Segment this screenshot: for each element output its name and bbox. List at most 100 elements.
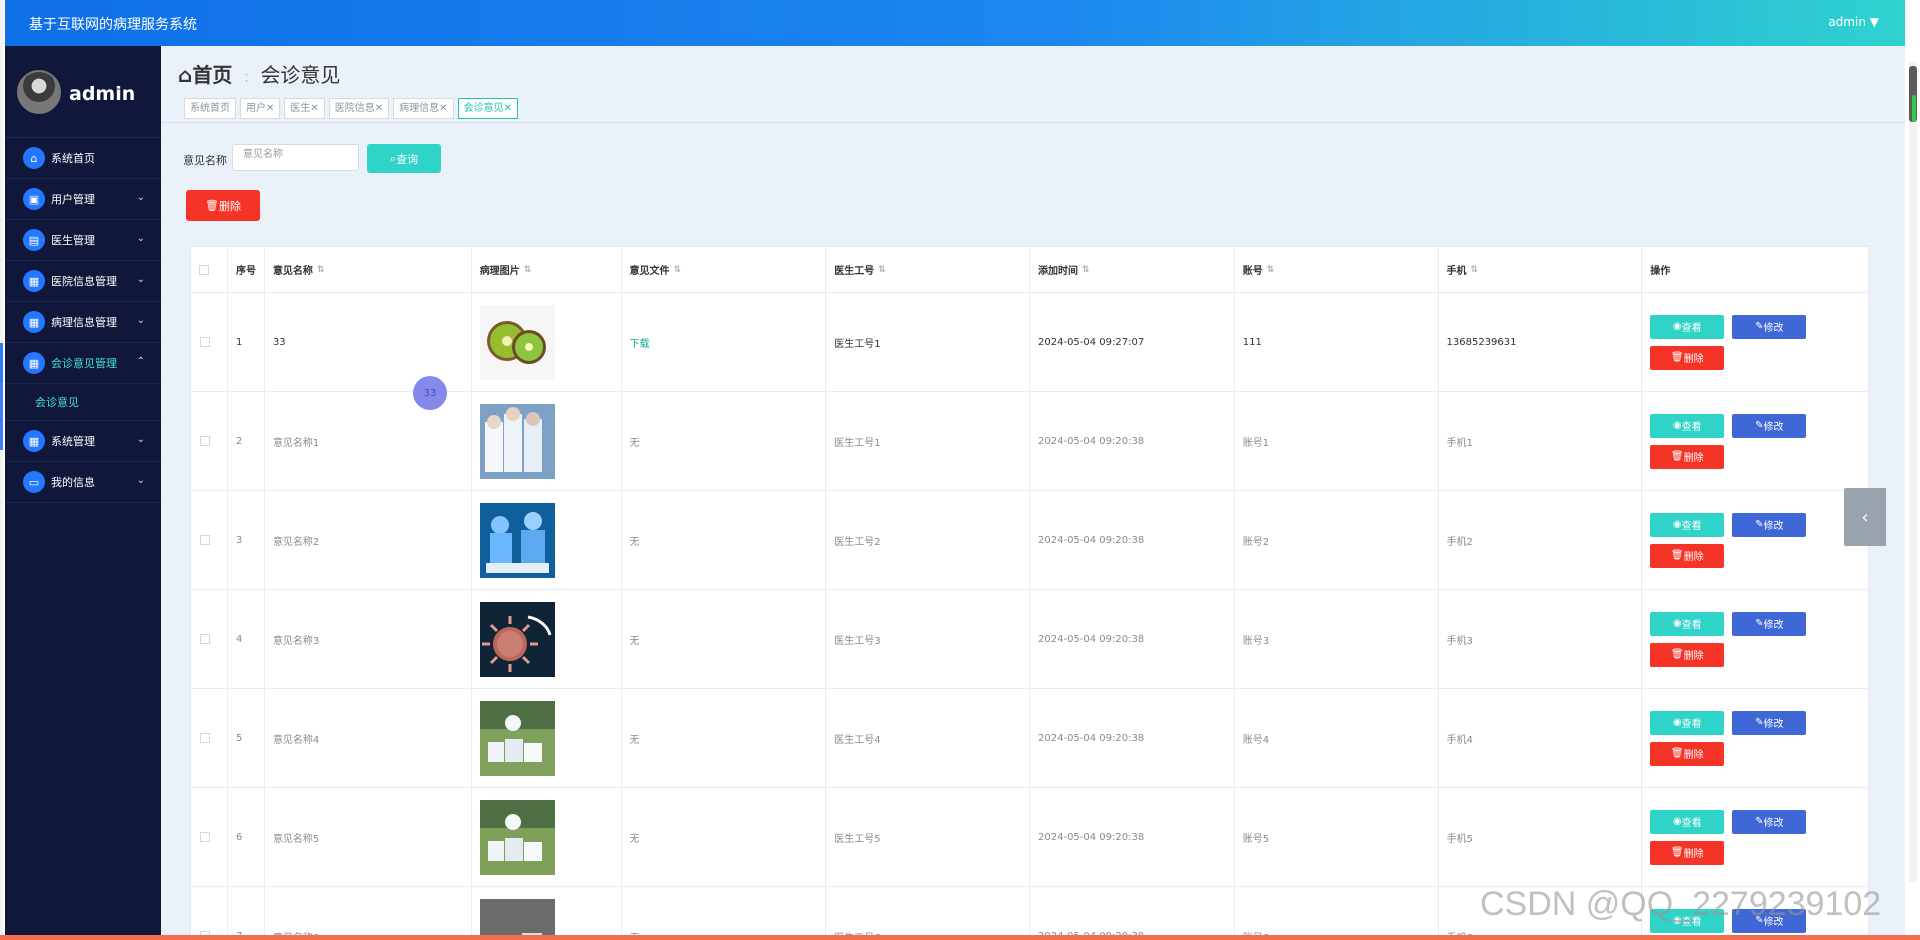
sort-icon[interactable]: ⇅ xyxy=(878,265,886,275)
delete-button[interactable]: 🗑 删除 xyxy=(1650,543,1725,568)
delete-button[interactable]: 🗑 删除 xyxy=(1650,444,1725,469)
query-button[interactable]: ⌕ 查询 xyxy=(367,144,441,173)
sidebar-menu: ⌂ 系统首页 ▣ 用户管理 ⌄ ▤ 医生管理 ⌄ ▦ 医院信息管理 ⌄ ▦ 病理信息管理 ⌄ ▦ 会… xyxy=(0,138,161,503)
close-icon[interactable]: ✕ xyxy=(310,103,318,114)
row-select-cell[interactable] xyxy=(191,689,228,787)
header-added-time[interactable]: 添加时间 ⇅ xyxy=(1030,247,1235,292)
view-button[interactable]: ◉ 查看 xyxy=(1650,512,1725,537)
user-icon: ▣ xyxy=(23,188,45,210)
edit-button[interactable]: ✎ 修改 xyxy=(1732,512,1807,537)
row-checkbox[interactable] xyxy=(200,337,210,347)
header-label: 账号 xyxy=(1242,266,1263,277)
doctor-id-cell: 医生工号1 xyxy=(826,293,1031,391)
breadcrumb-current: 会诊意见 xyxy=(260,63,341,87)
view-button[interactable]: ◉ 查看 xyxy=(1650,413,1725,438)
table-row: 2 意见名称1 无 医生工号1 2024-05-04 09:20:38 账号1 … xyxy=(191,392,1868,491)
sidebar-item-my-info[interactable]: ▭ 我的信息 ⌄ xyxy=(5,462,161,503)
phone-cell: 手机5 xyxy=(1439,788,1643,886)
edit-button[interactable]: ✎ 修改 xyxy=(1732,611,1807,636)
right-panel-toggle[interactable]: ‹ xyxy=(1844,488,1886,546)
header-account[interactable]: 账号 ⇅ xyxy=(1235,247,1439,292)
header-opinion-file[interactable]: 意见文件 ⇅ xyxy=(622,247,827,292)
edit-button[interactable]: ✎ 修改 xyxy=(1732,413,1807,438)
sidebar-item-users[interactable]: ▣ 用户管理 ⌄ xyxy=(5,179,161,220)
page-tags: 系统首页 用户✕ 医生✕ 医院信息✕ 病理信息✕ 会诊意见✕ xyxy=(184,98,518,119)
close-icon[interactable]: ✕ xyxy=(504,103,512,114)
kiwi-image xyxy=(479,304,555,380)
added-time-cell: 2024-05-04 09:20:38 xyxy=(1030,392,1235,490)
doctor-id-cell: 医生工号1 xyxy=(826,392,1031,490)
scrollbar-track[interactable] xyxy=(1909,62,1917,882)
sidebar-item-consultation[interactable]: ▦ 会诊意见管理 ⌃ xyxy=(0,343,161,384)
sidebar-item-hospital-info[interactable]: ▦ 医院信息管理 ⌄ xyxy=(5,261,161,302)
sort-icon[interactable]: ⇅ xyxy=(1267,265,1275,275)
row-checkbox[interactable] xyxy=(200,436,210,446)
sort-icon[interactable]: ⇅ xyxy=(674,265,682,275)
view-button[interactable]: ◉ 查看 xyxy=(1650,314,1725,339)
header-pathology-image[interactable]: 病理图片 ⇅ xyxy=(472,247,622,292)
header-doctor-id[interactable]: 医生工号 ⇅ xyxy=(826,247,1031,292)
edit-icon: ✎ xyxy=(1755,519,1764,530)
view-button[interactable]: ◉ 查看 xyxy=(1650,710,1725,735)
row-select-cell[interactable] xyxy=(191,788,228,886)
breadcrumb-home[interactable]: ⌂首页 xyxy=(178,63,232,87)
select-all-cell[interactable] xyxy=(191,247,228,292)
opinion-name-cell: 意见名称5 xyxy=(265,788,472,886)
sidebar-item-home[interactable]: ⌂ 系统首页 xyxy=(5,138,161,179)
row-select-cell[interactable] xyxy=(191,887,228,940)
sidebar-item-system[interactable]: ▦ 系统管理 ⌄ xyxy=(5,421,161,462)
tag-users[interactable]: 用户✕ xyxy=(240,98,281,119)
row-checkbox[interactable] xyxy=(200,733,210,743)
trash-icon: 🗑 xyxy=(1670,550,1684,561)
header-label: 意见名称 xyxy=(272,266,313,277)
account-cell: 账号6 xyxy=(1235,887,1439,940)
doctor-id-cell: 医生工号3 xyxy=(826,590,1031,688)
tag-consultation-opinion[interactable]: 会诊意见✕ xyxy=(457,98,518,119)
row-select-cell[interactable] xyxy=(191,293,228,391)
delete-button[interactable]: 🗑 删除 xyxy=(1650,642,1725,667)
download-link[interactable]: 下载 xyxy=(630,335,650,350)
header-opinion-name[interactable]: 意见名称 ⇅ xyxy=(265,247,472,292)
bulk-delete-button[interactable]: 🗑 删除 xyxy=(186,190,260,221)
row-index: 1 xyxy=(228,293,265,391)
sort-icon[interactable]: ⇅ xyxy=(1082,265,1090,275)
sort-icon[interactable]: ⇅ xyxy=(1471,265,1479,275)
trash-icon: 🗑 xyxy=(205,199,219,212)
breadcrumb-separator: : xyxy=(243,67,250,86)
row-checkbox[interactable] xyxy=(200,535,210,545)
view-button[interactable]: ◉ 查看 xyxy=(1650,809,1725,834)
header-phone[interactable]: 手机 ⇅ xyxy=(1439,247,1643,292)
row-select-cell[interactable] xyxy=(191,590,228,688)
grid-icon: ▦ xyxy=(23,311,45,333)
avatar xyxy=(17,70,61,114)
opinion-name-search-input[interactable]: 意见名称 xyxy=(232,144,359,171)
sort-icon[interactable]: ⇅ xyxy=(524,265,532,275)
account-cell: 账号1 xyxy=(1235,392,1439,490)
close-icon[interactable]: ✕ xyxy=(375,103,383,114)
select-all-checkbox[interactable] xyxy=(199,264,209,275)
delete-button[interactable]: 🗑 删除 xyxy=(1650,345,1725,370)
row-select-cell[interactable] xyxy=(191,491,228,589)
sort-icon[interactable]: ⇅ xyxy=(317,265,325,275)
row-checkbox[interactable] xyxy=(200,634,210,644)
user-dropdown[interactable]: admin ▼ xyxy=(1828,15,1879,29)
view-button[interactable]: ◉ 查看 xyxy=(1650,611,1725,636)
edit-icon: ✎ xyxy=(1755,618,1764,629)
sidebar-subitem-consultation-opinion[interactable]: 会诊意见 xyxy=(5,384,161,421)
row-checkbox[interactable] xyxy=(200,832,210,842)
edit-button[interactable]: ✎ 修改 xyxy=(1732,710,1807,735)
home-outline-icon: ⌂ xyxy=(178,63,193,87)
delete-button[interactable]: 🗑 删除 xyxy=(1650,741,1725,766)
sidebar-item-doctors[interactable]: ▤ 医生管理 ⌄ xyxy=(5,220,161,261)
row-select-cell[interactable] xyxy=(191,392,228,490)
edit-button[interactable]: ✎ 修改 xyxy=(1732,809,1807,834)
tag-hospital-info[interactable]: 医院信息✕ xyxy=(328,98,390,119)
tag-pathology-info[interactable]: 病理信息✕ xyxy=(393,98,454,119)
close-icon[interactable]: ✕ xyxy=(266,103,274,114)
sidebar-item-pathology-info[interactable]: ▦ 病理信息管理 ⌄ xyxy=(5,302,161,343)
tag-doctors[interactable]: 医生✕ xyxy=(284,98,325,119)
delete-button[interactable]: 🗑 删除 xyxy=(1650,840,1725,865)
close-icon[interactable]: ✕ xyxy=(439,103,447,114)
edit-button[interactable]: ✎ 修改 xyxy=(1732,314,1807,339)
tag-system-home[interactable]: 系统首页 xyxy=(184,98,236,119)
